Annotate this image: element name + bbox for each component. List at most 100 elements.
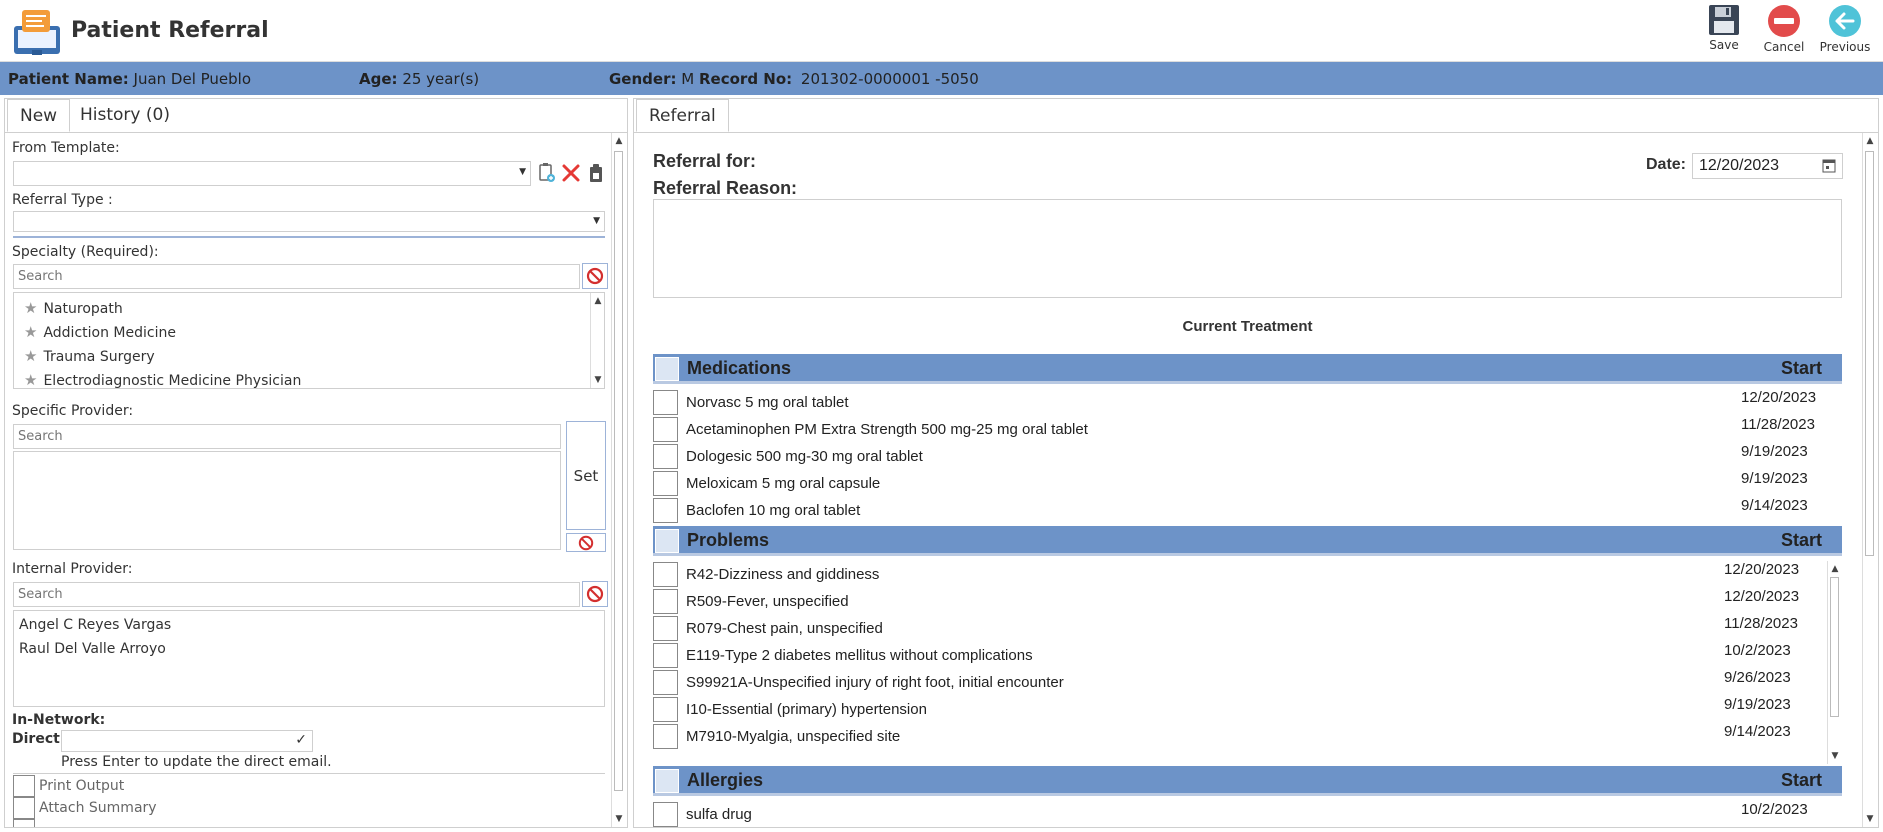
medications-title: Medications (687, 358, 792, 378)
row-checkbox[interactable] (653, 589, 678, 614)
print-output-checkbox[interactable] (13, 775, 35, 797)
scrollbar-thumb[interactable] (614, 151, 623, 791)
list-item[interactable]: ★ Naturopath (24, 299, 123, 317)
table-row[interactable]: Meloxicam 5 mg oral capsule 9/19/2023 (653, 470, 1823, 497)
template-add-icon[interactable] (538, 163, 556, 183)
date-label: Date: (1646, 156, 1687, 173)
delete-template-icon[interactable] (561, 163, 581, 183)
table-row[interactable]: E119-Type 2 diabetes mellitus without co… (653, 642, 1823, 669)
scroll-down-icon[interactable]: ▼ (1829, 750, 1841, 762)
row-checkbox[interactable] (653, 643, 678, 668)
select-all-allergies-checkbox[interactable] (655, 769, 679, 793)
clear-specialty-button[interactable] (582, 263, 608, 289)
table-row[interactable]: Dologesic 500 mg-30 mg oral tablet 9/19/2… (653, 443, 1823, 470)
scroll-down-icon[interactable]: ▼ (1864, 813, 1876, 825)
patient-name-field: Patient Name: Juan Del Pueblo (8, 70, 251, 88)
table-row[interactable]: Acetaminophen PM Extra Strength 500 mg-2… (653, 416, 1823, 443)
date-input[interactable]: 12/20/2023 (1692, 153, 1843, 179)
table-row[interactable]: R079-Chest pain, unspecified 11/28/2023 (653, 615, 1823, 642)
specific-provider-search-field[interactable] (18, 429, 556, 444)
in-network-label: In-Network: (12, 712, 106, 728)
problems-scrollbar[interactable]: ▲ ▼ (1827, 561, 1841, 764)
row-checkbox[interactable] (653, 802, 678, 827)
tab-referral[interactable]: Referral (636, 99, 729, 132)
specific-provider-search-input[interactable] (13, 424, 561, 449)
right-panel-scrollbar[interactable]: ▲ ▼ (1862, 133, 1876, 827)
clipboard-icon[interactable] (588, 162, 604, 184)
star-icon[interactable]: ★ (24, 371, 37, 389)
internal-provider-search-input[interactable] (13, 582, 580, 607)
direct-hint-text: Press Enter to update the direct email. (61, 754, 332, 770)
row-checkbox[interactable] (653, 417, 678, 442)
internal-provider-search-field[interactable] (18, 587, 575, 602)
table-row[interactable]: sulfa drug 10/2/2023 (653, 801, 1823, 828)
start-date: 12/20/2023 (1741, 389, 1817, 406)
row-checkbox[interactable] (653, 390, 678, 415)
row-checkbox[interactable] (653, 562, 678, 587)
table-row[interactable]: S99921A-Unspecified injury of right foot… (653, 669, 1823, 696)
referral-form-panel: New History (0) From Template: ▼ Referra… (4, 98, 628, 828)
tab-history[interactable]: History (0) (68, 99, 182, 132)
specialty-search-field[interactable] (18, 269, 575, 284)
medication-name: Baclofen 10 mg oral tablet (686, 502, 861, 519)
table-row[interactable]: Baclofen 10 mg oral tablet 9/14/2023 (653, 497, 1823, 524)
list-item[interactable]: ★ Addiction Medicine (24, 323, 176, 341)
scroll-down-icon[interactable]: ▼ (613, 813, 625, 825)
scrollbar-thumb[interactable] (1865, 151, 1874, 556)
row-checkbox[interactable] (653, 498, 678, 523)
referral-type-dropdown[interactable]: ▼ (13, 211, 605, 232)
divider (13, 236, 605, 238)
clear-internal-provider-button[interactable] (582, 581, 608, 607)
problem-name: R509-Fever, unspecified (686, 593, 849, 610)
direct-email-input[interactable]: ✓ (61, 730, 313, 752)
table-row[interactable]: I10-Essential (primary) hypertension 9/19… (653, 696, 1823, 723)
save-button[interactable]: Save (1694, 4, 1754, 58)
scroll-up-icon[interactable]: ▲ (592, 295, 604, 307)
cancel-button[interactable]: Cancel (1754, 4, 1814, 58)
medication-name: Acetaminophen PM Extra Strength 500 mg-2… (686, 421, 1088, 438)
row-checkbox[interactable] (653, 616, 678, 641)
specialty-search-input[interactable] (13, 264, 580, 289)
list-item[interactable]: ★ Electrodiagnostic Medicine Physician (24, 371, 301, 389)
list-item[interactable]: ★ Trauma Surgery (24, 347, 155, 365)
scroll-up-icon[interactable]: ▲ (613, 135, 625, 147)
row-checkbox[interactable] (653, 697, 678, 722)
select-all-medications-checkbox[interactable] (655, 357, 679, 381)
patient-gender-label: Gender: (609, 70, 677, 88)
star-icon[interactable]: ★ (24, 299, 37, 317)
left-panel-scrollbar[interactable]: ▲ ▼ (611, 133, 625, 827)
row-checkbox[interactable] (653, 444, 678, 469)
row-checkbox[interactable] (653, 724, 678, 749)
scrollbar-thumb[interactable] (1830, 577, 1839, 717)
select-all-problems-checkbox[interactable] (655, 529, 679, 553)
scroll-up-icon[interactable]: ▲ (1864, 135, 1876, 147)
list-item[interactable]: Raul Del Valle Arroyo (19, 641, 166, 657)
row-checkbox[interactable] (653, 471, 678, 496)
record-number-field: Record No: 201302-0000001 -5050 (699, 70, 979, 88)
table-row[interactable]: Norvasc 5 mg oral tablet 12/20/2023 (653, 389, 1823, 416)
specialty-scrollbar[interactable]: ▲ ▼ (590, 293, 604, 388)
row-checkbox[interactable] (653, 670, 678, 695)
table-row[interactable]: M7910-Myalgia, unspecified site 9/14/2023 (653, 723, 1823, 750)
tab-new[interactable]: New (7, 99, 71, 132)
tab-divider (5, 132, 627, 133)
table-row[interactable]: R42-Dizziness and giddiness 12/20/2023 (653, 561, 1823, 588)
scroll-down-icon[interactable]: ▼ (592, 374, 604, 386)
calendar-icon[interactable] (1822, 158, 1836, 177)
table-row[interactable]: R509-Fever, unspecified 12/20/2023 (653, 588, 1823, 615)
set-provider-button[interactable]: Set (566, 421, 606, 530)
partial-checkbox[interactable] (13, 819, 35, 827)
previous-button[interactable]: Previous (1815, 4, 1875, 58)
cancel-icon (1768, 5, 1800, 37)
chevron-down-icon: ▼ (593, 216, 600, 226)
list-item[interactable]: Angel C Reyes Vargas (19, 617, 171, 633)
scroll-up-icon[interactable]: ▲ (1829, 563, 1841, 575)
attach-summary-checkbox[interactable] (13, 797, 35, 819)
star-icon[interactable]: ★ (24, 347, 37, 365)
referral-reason-textarea[interactable] (653, 199, 1842, 298)
medication-name: Dologesic 500 mg-30 mg oral tablet (686, 448, 923, 465)
template-dropdown[interactable]: ▼ (13, 161, 531, 186)
clear-provider-button[interactable] (566, 533, 606, 552)
star-icon[interactable]: ★ (24, 323, 37, 341)
save-icon (1709, 5, 1739, 35)
